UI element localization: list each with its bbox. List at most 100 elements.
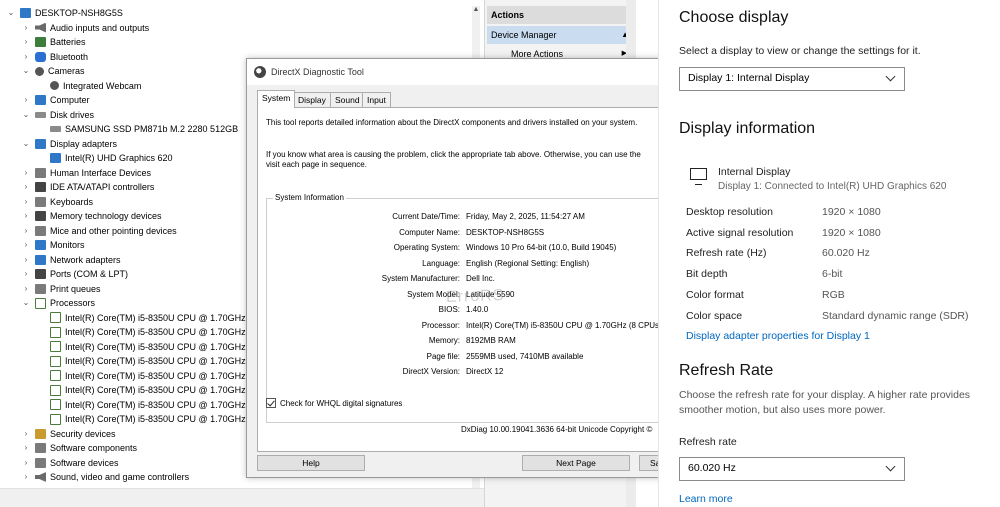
- system-info-value: DESKTOP-NSH8G5S: [466, 227, 545, 237]
- actions-device-manager-section[interactable]: Device Manager ▲: [487, 26, 635, 44]
- collapsed-caret-icon[interactable]: ›: [21, 166, 31, 180]
- monitor-icon: [35, 95, 46, 105]
- tab-system[interactable]: System: [257, 90, 296, 108]
- whql-checkbox[interactable]: [266, 398, 276, 408]
- scroll-up-arrow-icon[interactable]: ▲: [472, 6, 480, 13]
- expanded-caret-icon[interactable]: ⌄: [21, 108, 31, 122]
- display-select-dropdown[interactable]: Display 1: Internal Display: [679, 67, 905, 91]
- collapsed-caret-icon[interactable]: ›: [21, 267, 31, 281]
- info-value: Standard dynamic range (SDR): [822, 309, 969, 322]
- tree-node[interactable]: Bluetooth: [35, 50, 88, 64]
- camera-icon: [35, 66, 44, 76]
- tree-node[interactable]: Computer: [35, 93, 90, 107]
- collapsed-caret-icon[interactable]: ›: [21, 441, 31, 455]
- processor-icon: [35, 297, 46, 309]
- tree-node-label: Intel(R) Core(TM) i5-8350U CPU @ 1.70GHz: [65, 370, 246, 381]
- tab-input[interactable]: Input: [362, 92, 391, 108]
- tree-node[interactable]: IDE ATA/ATAPI controllers: [35, 180, 154, 194]
- next-page-button[interactable]: Next Page: [522, 455, 630, 471]
- disk-icon: [35, 111, 46, 118]
- info-value: RGB: [822, 288, 845, 301]
- processor-icon: [50, 399, 61, 410]
- tree-node[interactable]: Batteries: [35, 35, 86, 49]
- whql-checkbox-row[interactable]: Check for WHQL digital signatures: [266, 398, 402, 408]
- tree-row[interactable]: › Audio inputs and outputs: [0, 21, 470, 35]
- collapsed-caret-icon[interactable]: ›: [21, 93, 31, 107]
- processor-icon: [50, 384, 61, 396]
- tree-node[interactable]: Intel(R) Core(TM) i5-8350U CPU @ 1.70GHz: [50, 383, 246, 397]
- tree-node[interactable]: Intel(R) UHD Graphics 620: [50, 151, 173, 165]
- tree-node[interactable]: Intel(R) Core(TM) i5-8350U CPU @ 1.70GHz: [50, 398, 246, 412]
- software-icon: [35, 457, 46, 468]
- collapsed-caret-icon[interactable]: ›: [21, 427, 31, 441]
- system-info-key: Current Date/Time:: [392, 212, 460, 221]
- tree-node[interactable]: Intel(R) Core(TM) i5-8350U CPU @ 1.70GHz: [50, 311, 246, 325]
- display-adapter-properties-link[interactable]: Display adapter properties for Display 1: [686, 330, 870, 342]
- tree-node[interactable]: Processors: [35, 296, 95, 310]
- expanded-caret-icon[interactable]: ⌄: [21, 296, 31, 310]
- speaker-icon: [35, 22, 46, 33]
- port-icon: [35, 269, 46, 279]
- hid-icon: [35, 167, 46, 178]
- tree-node[interactable]: Intel(R) Core(TM) i5-8350U CPU @ 1.70GHz: [50, 354, 246, 368]
- tree-node[interactable]: DESKTOP-NSH8G5S: [20, 6, 123, 20]
- tree-node[interactable]: Integrated Webcam: [50, 79, 141, 93]
- tree-node[interactable]: Disk drives: [35, 108, 94, 122]
- collapsed-caret-icon[interactable]: ›: [21, 224, 31, 238]
- collapsed-caret-icon[interactable]: ›: [21, 195, 31, 209]
- learn-more-link[interactable]: Learn more: [679, 493, 733, 505]
- refresh-rate-label: Refresh rate: [679, 436, 737, 448]
- tree-node[interactable]: Cameras: [35, 64, 85, 78]
- tree-node[interactable]: Software devices: [35, 456, 119, 470]
- tree-node[interactable]: Memory technology devices: [35, 209, 162, 223]
- collapsed-caret-icon[interactable]: ›: [21, 209, 31, 223]
- system-tab-page: This tool reports detailed information a…: [257, 107, 664, 452]
- dxdiag-titlebar[interactable]: DirectX Diagnostic Tool: [247, 59, 663, 85]
- collapsed-caret-icon[interactable]: ›: [21, 50, 31, 64]
- tree-node-label: Security devices: [50, 428, 116, 439]
- dxdiag-title: DirectX Diagnostic Tool: [271, 67, 364, 77]
- collapsed-caret-icon[interactable]: ›: [21, 238, 31, 252]
- tree-node[interactable]: Sound, video and game controllers: [35, 470, 189, 484]
- tree-node[interactable]: Intel(R) Core(TM) i5-8350U CPU @ 1.70GHz: [50, 412, 246, 426]
- collapsed-caret-icon[interactable]: ›: [21, 35, 31, 49]
- tree-node[interactable]: Mice and other pointing devices: [35, 224, 177, 238]
- collapsed-caret-icon[interactable]: ›: [21, 253, 31, 267]
- tree-node[interactable]: Ports (COM & LPT): [35, 267, 128, 281]
- tree-node[interactable]: Keyboards: [35, 195, 93, 209]
- whql-label: Check for WHQL digital signatures: [280, 398, 403, 408]
- tree-node[interactable]: Monitors: [35, 238, 85, 252]
- collapsed-caret-icon[interactable]: ›: [21, 470, 31, 484]
- tree-node[interactable]: Intel(R) Core(TM) i5-8350U CPU @ 1.70GHz: [50, 369, 246, 383]
- tree-node[interactable]: Print queues: [35, 282, 101, 296]
- system-info-key: Computer Name:: [399, 227, 460, 237]
- tab-sound[interactable]: Sound: [330, 92, 365, 108]
- tree-row[interactable]: › Batteries: [0, 35, 470, 49]
- expanded-caret-icon[interactable]: ⌄: [21, 137, 31, 151]
- tree-row[interactable]: ⌄ DESKTOP-NSH8G5S: [0, 6, 470, 20]
- help-button[interactable]: Help: [257, 455, 365, 471]
- tree-node-label: Batteries: [50, 37, 86, 47]
- tree-node[interactable]: Intel(R) Core(TM) i5-8350U CPU @ 1.70GHz: [50, 325, 246, 339]
- tree-node[interactable]: Security devices: [35, 427, 116, 441]
- tree-node[interactable]: Intel(R) Core(TM) i5-8350U CPU @ 1.70GHz: [50, 340, 246, 354]
- expanded-caret-icon[interactable]: ⌄: [21, 64, 31, 78]
- collapsed-caret-icon[interactable]: ›: [21, 456, 31, 470]
- tree-node[interactable]: Network adapters: [35, 253, 121, 267]
- tree-node[interactable]: Software components: [35, 441, 137, 455]
- system-info-value: Intel(R) Core(TM) i5-8350U CPU @ 1.70GHz…: [466, 320, 664, 330]
- tree-node[interactable]: Human Interface Devices: [35, 166, 151, 180]
- dxdiag-version-footer: DxDiag 10.00.19041.3636 64-bit Unicode C…: [461, 425, 653, 434]
- tree-node[interactable]: SAMSUNG SSD PM871b M.2 2280 512GB: [50, 122, 238, 136]
- collapsed-caret-icon[interactable]: ›: [21, 180, 31, 194]
- refresh-rate-dropdown[interactable]: 60.020 Hz: [679, 457, 905, 481]
- system-info-value: Dell Inc.: [466, 274, 495, 283]
- info-label: Desktop resolution: [686, 206, 773, 218]
- collapsed-caret-icon[interactable]: ›: [21, 21, 31, 35]
- tree-node[interactable]: Display adapters: [35, 137, 117, 151]
- expanded-caret-icon[interactable]: ⌄: [6, 6, 16, 20]
- tree-node[interactable]: Audio inputs and outputs: [35, 21, 149, 35]
- collapsed-caret-icon[interactable]: ›: [21, 282, 31, 296]
- tab-display[interactable]: Display: [293, 92, 331, 108]
- tree-horizontal-scrollbar[interactable]: [0, 488, 484, 507]
